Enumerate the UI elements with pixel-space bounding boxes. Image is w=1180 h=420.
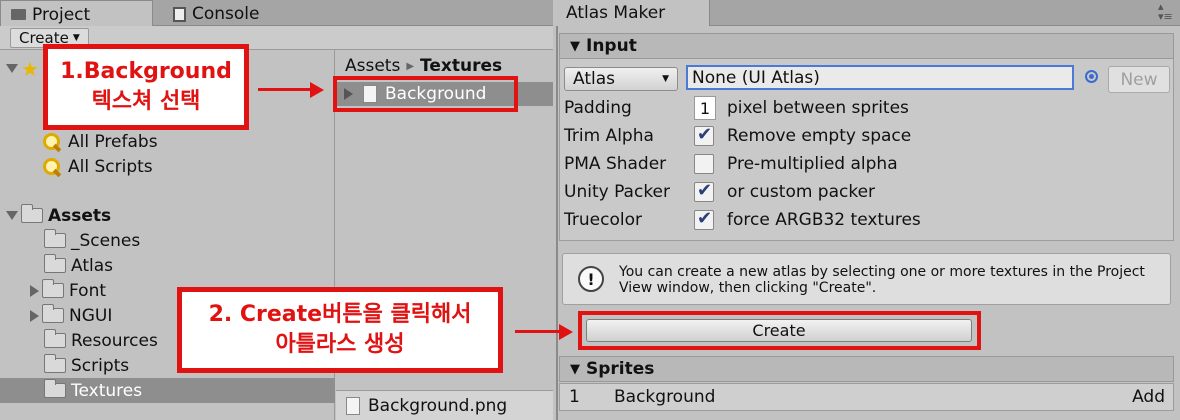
asset-status-bar: Background.png <box>336 390 553 420</box>
collapse-arrow-icon: ▼ <box>570 361 580 377</box>
folder-icon <box>42 304 64 323</box>
tree-item-label: Scripts <box>71 355 130 376</box>
favorite-label: All Prefabs <box>68 131 158 152</box>
step1-highlight <box>333 76 518 112</box>
tab-console-label: Console <box>192 4 260 24</box>
tab-project[interactable]: Project <box>0 0 153 26</box>
texture-icon <box>346 396 360 415</box>
unity-packer-text: or custom packer <box>727 182 876 202</box>
step1-line2: 텍스쳐 선택 <box>91 89 201 114</box>
atlas-object-field[interactable]: None (UI Atlas) <box>686 65 1074 90</box>
atlas-object-value: None (UI Atlas) <box>692 67 820 88</box>
console-icon <box>173 6 186 22</box>
expand-arrow-icon[interactable] <box>6 211 18 220</box>
padding-suffix: pixel between sprites <box>727 98 909 118</box>
step1-arrow-line <box>258 88 312 91</box>
tree-item-label: Resources <box>71 330 158 351</box>
breadcrumb-separator-icon: ▶ <box>406 60 415 72</box>
sprite-row: 1 Background Add <box>559 383 1174 411</box>
trim-alpha-text: Remove empty space <box>727 126 912 146</box>
expand-arrow-icon[interactable] <box>6 64 18 73</box>
unity-packer-checkbox[interactable] <box>694 180 714 202</box>
truecolor-text: force ARGB32 textures <box>727 210 921 230</box>
expand-arrow-icon[interactable] <box>30 309 39 322</box>
folder-icon <box>44 329 66 348</box>
tab-console[interactable]: Console <box>163 0 274 26</box>
chevron-down-icon: ▼ <box>72 33 80 43</box>
window-menu-icon[interactable]: ▴ ▾≡ <box>1158 1 1173 22</box>
tree-item-label: _Scenes <box>71 230 141 251</box>
input-section-title: Input <box>586 36 637 56</box>
expand-arrow-icon[interactable] <box>30 284 39 297</box>
object-picker-icon[interactable] <box>1085 70 1098 83</box>
step1-callout: 1.Background 텍스쳐 선택 <box>43 44 249 130</box>
sprite-name: Background <box>614 387 716 407</box>
tree-item-label: Font <box>69 280 107 301</box>
truecolor-checkbox[interactable] <box>694 208 714 230</box>
star-icon: ★ <box>21 56 39 81</box>
help-text: You can create a new atlas by selecting … <box>619 264 1145 296</box>
step2-arrow-line <box>515 330 561 333</box>
tree-item-atlas[interactable]: Atlas <box>0 253 335 278</box>
trim-alpha-checkbox[interactable] <box>694 124 714 146</box>
folder-icon <box>44 229 66 248</box>
folder-icon <box>42 279 64 298</box>
folder-icon <box>21 204 43 223</box>
atlas-type-label: Atlas <box>573 69 615 89</box>
tree-item-textures[interactable]: Textures <box>0 378 335 403</box>
tree-item-assets[interactable]: Assets <box>0 203 335 228</box>
breadcrumb: Assets ▶ Textures <box>345 56 502 76</box>
step2-callout: 2. Create버튼을 클릭해서 아틀라스 생성 <box>177 287 503 373</box>
pma-shader-checkbox[interactable] <box>694 154 714 174</box>
pma-shader-text: Pre-multiplied alpha <box>727 154 898 174</box>
sprite-index: 1 <box>569 387 580 407</box>
step2-line2: 아틀라스 생성 <box>275 332 405 357</box>
sprites-section-header[interactable]: ▼ Sprites <box>559 356 1174 382</box>
folder-icon <box>44 254 66 273</box>
tree-item-label: Assets <box>48 205 112 226</box>
chevron-down-icon: ▼ <box>662 74 669 84</box>
collapse-arrow-icon: ▼ <box>570 38 580 54</box>
sprite-add-button[interactable]: Add <box>1132 387 1165 407</box>
padding-input[interactable]: 1 <box>694 96 716 120</box>
favorite-label: All Scripts <box>68 156 153 177</box>
info-icon: ! <box>578 266 604 292</box>
tab-atlas-maker[interactable]: Atlas Maker <box>556 0 710 26</box>
breadcrumb-assets[interactable]: Assets <box>345 56 400 76</box>
sprites-section-title: Sprites <box>586 359 655 379</box>
tree-item-label: Textures <box>71 380 143 401</box>
search-icon <box>42 132 62 152</box>
step2-highlight <box>578 311 981 350</box>
breadcrumb-textures[interactable]: Textures <box>420 56 502 76</box>
step1-line1: 1.Background <box>60 59 232 84</box>
folder-icon <box>44 379 66 398</box>
tab-project-label: Project <box>32 4 91 25</box>
tree-item-label: Atlas <box>71 255 113 276</box>
favorite-item-all-scripts[interactable]: All Scripts <box>0 154 335 179</box>
atlas-type-popup[interactable]: Atlas ▼ <box>564 67 678 91</box>
tab-atlas-maker-label: Atlas Maker <box>566 3 666 23</box>
favorite-item-all-prefabs[interactable]: All Prefabs <box>0 129 335 154</box>
folder-icon <box>44 354 66 373</box>
step1-arrow-icon <box>310 82 324 98</box>
unity-packer-label: Unity Packer <box>564 182 671 202</box>
search-icon <box>42 157 62 177</box>
pma-shader-label: PMA Shader <box>564 154 667 174</box>
step2-line1: 2. Create버튼을 클릭해서 <box>208 302 472 327</box>
trim-alpha-label: Trim Alpha <box>564 126 654 146</box>
new-atlas-button[interactable]: New <box>1108 66 1170 93</box>
status-file-label: Background.png <box>368 395 508 416</box>
step2-arrow-icon <box>559 324 573 340</box>
folder-tab-icon <box>11 9 26 20</box>
truecolor-label: Truecolor <box>564 210 642 230</box>
tree-item-label: NGUI <box>69 305 113 326</box>
input-section-header[interactable]: ▼ Input <box>559 33 1174 59</box>
padding-label: Padding <box>564 98 632 118</box>
tree-item-scenes[interactable]: _Scenes <box>0 228 335 253</box>
